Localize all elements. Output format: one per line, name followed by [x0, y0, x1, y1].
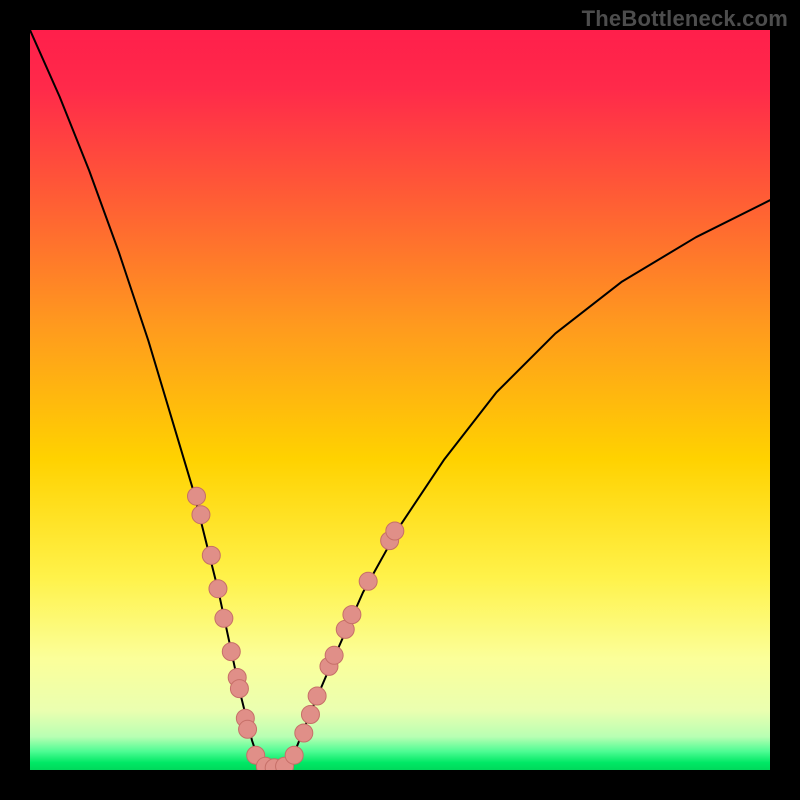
data-marker	[295, 724, 313, 742]
data-marker	[209, 580, 227, 598]
data-marker	[192, 506, 210, 524]
data-marker	[308, 687, 326, 705]
data-marker	[222, 643, 240, 661]
data-marker	[202, 546, 220, 564]
data-marker	[343, 606, 361, 624]
plot-area	[30, 30, 770, 770]
data-marker	[301, 706, 319, 724]
data-marker	[230, 680, 248, 698]
gradient-bg	[30, 30, 770, 770]
data-marker	[325, 646, 343, 664]
data-marker	[215, 609, 233, 627]
watermark-label: TheBottleneck.com	[582, 6, 788, 32]
data-marker	[188, 487, 206, 505]
data-marker	[239, 720, 257, 738]
chart-frame: TheBottleneck.com	[0, 0, 800, 800]
data-marker	[359, 572, 377, 590]
plot-svg	[30, 30, 770, 770]
data-marker	[386, 522, 404, 540]
data-marker	[285, 746, 303, 764]
